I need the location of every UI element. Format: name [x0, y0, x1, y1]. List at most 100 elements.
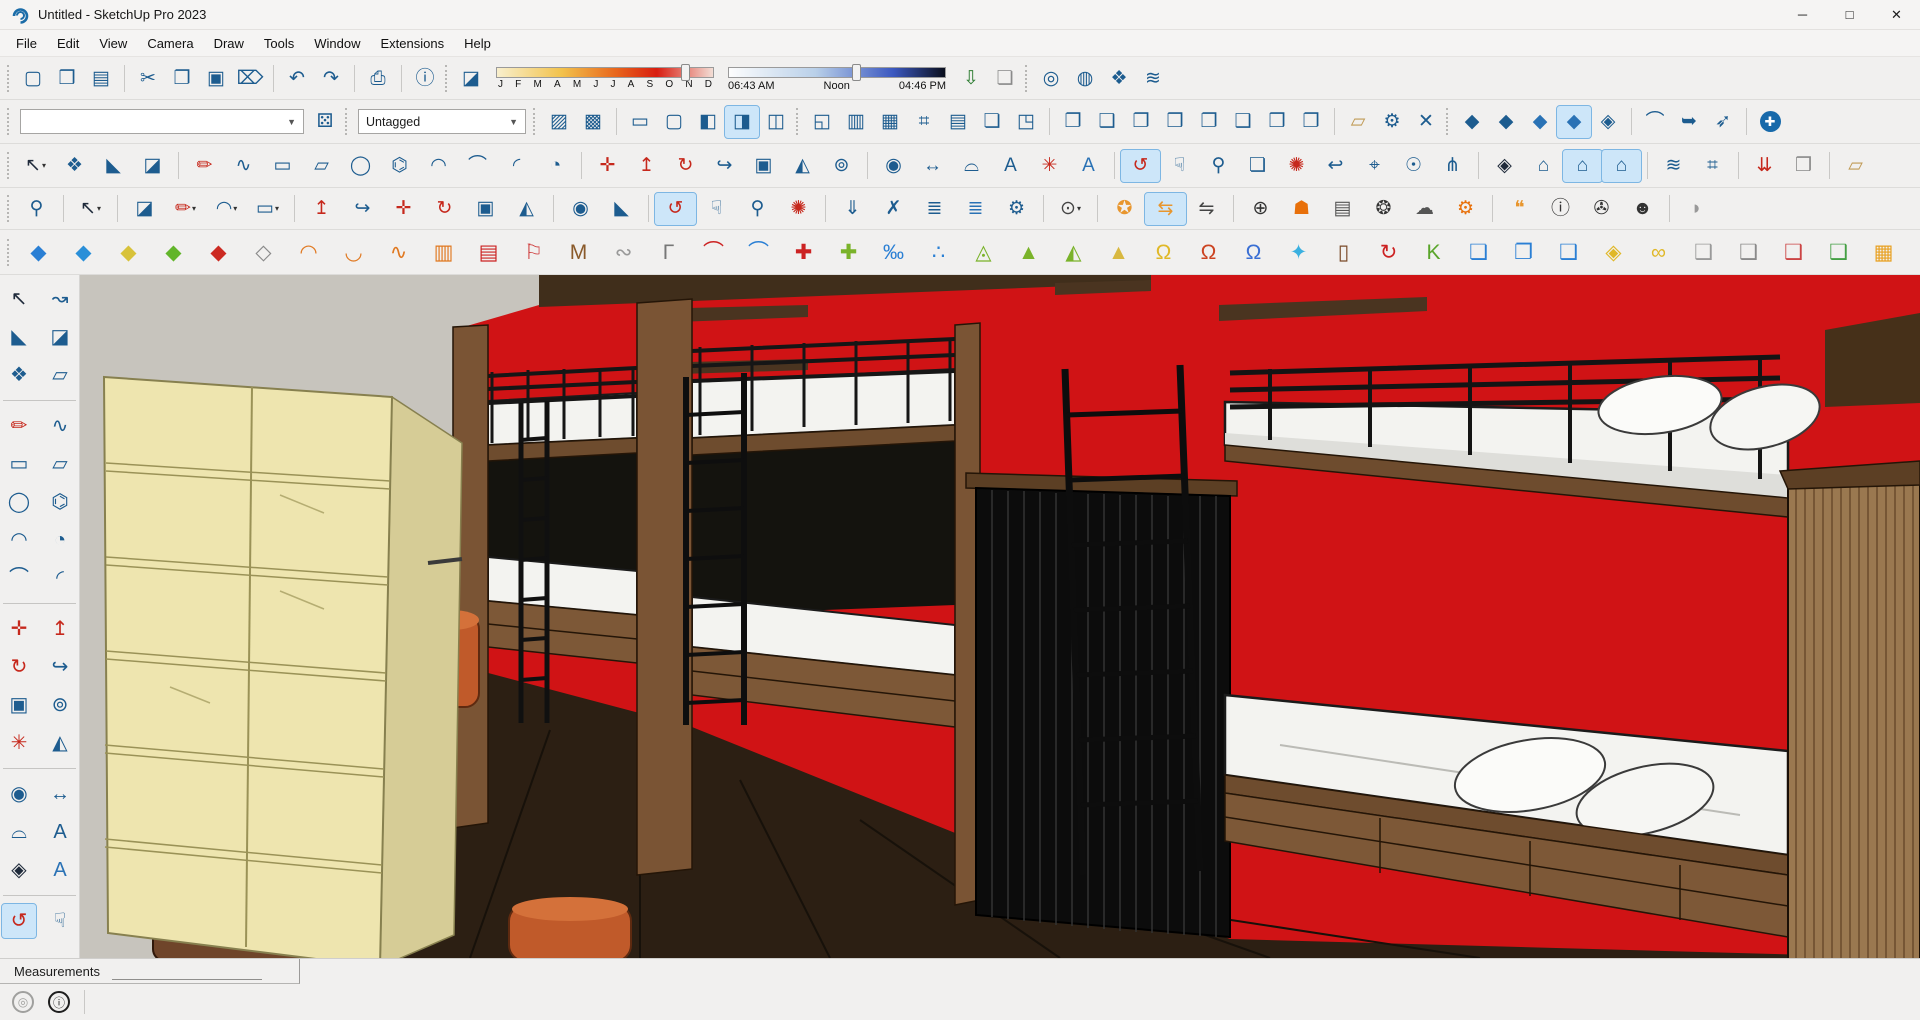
lasso-select-button[interactable]: ↝ — [43, 282, 77, 316]
ext-compass-blue-button[interactable]: ✦ — [1276, 234, 1321, 270]
manage-extensions-button[interactable]: ⚙ — [1445, 193, 1486, 225]
style-back-edges-button[interactable]: ▩ — [576, 106, 610, 138]
zoom-button[interactable]: ⚲ — [1199, 150, 1238, 182]
ext-diamond-wire-button[interactable]: ◇ — [241, 234, 286, 270]
follow-me-button[interactable]: ↪ — [43, 650, 77, 684]
shadow-time-slider[interactable]: 06:43 AM Noon 04:46 PM — [728, 64, 946, 92]
viewport-canvas[interactable] — [80, 275, 1920, 958]
arrange-4-button[interactable]: ❒ — [1158, 106, 1192, 138]
menu-tools[interactable]: Tools — [254, 32, 304, 55]
arc-tools-button[interactable]: ◠▾ — [206, 193, 247, 225]
arrange-1-button[interactable]: ❐ — [1056, 106, 1090, 138]
toggle-shadows-button[interactable]: ◪ — [454, 62, 488, 94]
ext-panel-orange-2-button[interactable]: ▤ — [1906, 234, 1920, 270]
ext-plus-green-button[interactable]: ✚ — [826, 234, 871, 270]
eraser-button[interactable]: ◪ — [43, 320, 77, 354]
top-view-button[interactable]: ⌂ — [1563, 150, 1602, 182]
zoom-camera-button[interactable]: ⚲ — [737, 193, 778, 225]
menu-window[interactable]: Window — [304, 32, 370, 55]
move-tool-button[interactable]: ✛ — [383, 193, 424, 225]
tag-button[interactable]: ▱ — [43, 358, 77, 392]
style-shaded-textures-button[interactable]: ◨ — [725, 106, 759, 138]
freehand-button[interactable]: ∿ — [43, 409, 77, 443]
ext-card-orange-button[interactable]: ▥ — [421, 234, 466, 270]
ext-horseshoe-blue-button[interactable]: Ω — [1231, 234, 1276, 270]
line-tools-button[interactable]: ✏▾ — [165, 193, 206, 225]
drop-tool-1-button[interactable]: ◆ — [1455, 106, 1489, 138]
settings-gear-button[interactable]: ⚙ — [1375, 106, 1409, 138]
account-button[interactable]: ⊙▾ — [1050, 193, 1091, 225]
flip-button[interactable]: ◭ — [783, 150, 822, 182]
look-around-button[interactable]: ☉ — [1394, 150, 1433, 182]
ext-wings-gray-button[interactable]: ∾ — [601, 234, 646, 270]
flip-tool-button[interactable]: ◭ — [506, 193, 547, 225]
measurements-input[interactable] — [112, 963, 262, 980]
trimble-protect-button[interactable]: ☗ — [1281, 193, 1322, 225]
circle-button[interactable]: ◯ — [341, 150, 380, 182]
ext-horseshoe-yellow-button[interactable]: Ω — [1141, 234, 1186, 270]
geolocation-button[interactable]: ◎ — [12, 991, 34, 1013]
zoom-in-plus-button[interactable]: ✚ — [1753, 106, 1787, 138]
ext-curve-blue-dots-button[interactable]: ⌒ — [736, 234, 781, 270]
drape-button[interactable]: ⇊ — [1745, 150, 1784, 182]
window-view-button[interactable]: ▤ — [941, 106, 975, 138]
pattern-fill-button[interactable]: ❂ — [1363, 193, 1404, 225]
ext-loops-yellow-button[interactable]: ∞ — [1636, 234, 1681, 270]
share-location-button[interactable]: ✪ — [1104, 193, 1145, 225]
offset-button[interactable]: ⊚ — [822, 150, 861, 182]
push-pull-button[interactable]: ↥ — [43, 612, 77, 646]
copy-button[interactable]: ❐ — [165, 62, 199, 94]
drop-tool-4-button[interactable]: ◆ — [1557, 106, 1591, 138]
scale-button[interactable]: ▣ — [744, 150, 783, 182]
cut-button[interactable]: ✂ — [131, 62, 165, 94]
three-point-arc-button[interactable]: ◜ — [497, 150, 536, 182]
arrange-6-button[interactable]: ❑ — [1226, 106, 1260, 138]
pan-tool-button[interactable]: ☟ — [696, 193, 737, 225]
rotate-tool-button[interactable]: ↻ — [424, 193, 465, 225]
pan-button[interactable]: ☟ — [1160, 150, 1199, 182]
zoom-previous-button[interactable]: ↩ — [1316, 150, 1355, 182]
select-button[interactable]: ↖▾ — [16, 150, 55, 182]
rectangle-button[interactable]: ▭ — [2, 447, 36, 481]
arc-from-center-button[interactable]: ◜ — [43, 561, 77, 595]
get-components-button[interactable]: ⇓ — [832, 193, 873, 225]
menu-view[interactable]: View — [89, 32, 137, 55]
polygon-button[interactable]: ⌬ — [380, 150, 419, 182]
elevation-view-button[interactable]: ▦ — [873, 106, 907, 138]
tape-measure-tool-button[interactable]: ◉ — [560, 193, 601, 225]
push-pull-button[interactable]: ↥ — [627, 150, 666, 182]
ext-box-arrow-2-button[interactable]: ❐ — [1501, 234, 1546, 270]
pan-button[interactable]: ☟ — [43, 904, 77, 938]
flip-button[interactable]: ◭ — [43, 726, 77, 760]
ext-cube-gray-2-button[interactable]: ❑ — [1726, 234, 1771, 270]
credits-button[interactable]: ⓘ — [48, 991, 70, 1013]
search-combobox[interactable]: ▼ — [20, 109, 304, 134]
add-extension-button[interactable]: ⊕ — [1240, 193, 1281, 225]
walk-button[interactable]: ⋔ — [1433, 150, 1472, 182]
ext-percent-blue-button[interactable]: ‰ — [871, 234, 916, 270]
pie-button[interactable]: ◔ — [43, 523, 77, 557]
plan-view-button[interactable]: ⌗ — [907, 106, 941, 138]
menu-draw[interactable]: Draw — [204, 32, 254, 55]
rotated-rectangle-button[interactable]: ▱ — [302, 150, 341, 182]
rotate-button[interactable]: ↻ — [2, 650, 36, 684]
polygon-button[interactable]: ⌬ — [43, 485, 77, 519]
arrange-5-button[interactable]: ❐ — [1192, 106, 1226, 138]
ext-cube-red-top-button[interactable]: ❑ — [1771, 234, 1816, 270]
materials-stack-button[interactable]: ▤ — [1322, 193, 1363, 225]
style-shaded-button[interactable]: ◧ — [691, 106, 725, 138]
find-components-button[interactable]: ◎ — [1034, 62, 1068, 94]
tape-measure-button[interactable]: ◉ — [874, 150, 913, 182]
components-button[interactable]: ❖ — [2, 358, 36, 392]
ext-box-brown-button[interactable]: ▯ — [1321, 234, 1366, 270]
rotated-rectangle-button[interactable]: ▱ — [43, 447, 77, 481]
section-plane-button[interactable]: ◈ — [1485, 150, 1524, 182]
axes-button[interactable]: ✳ — [1030, 150, 1069, 182]
ext-hook-gray-button[interactable]: Γ — [646, 234, 691, 270]
select-button[interactable]: ↖ — [2, 282, 36, 316]
delete-button[interactable]: ⌦ — [233, 62, 267, 94]
model-info-button[interactable]: ⓘ — [408, 62, 442, 94]
text-button[interactable]: A — [991, 150, 1030, 182]
search-3d-warehouse-button[interactable]: ◍ — [1068, 62, 1102, 94]
ext-flag-button[interactable]: ⚐ — [511, 234, 556, 270]
